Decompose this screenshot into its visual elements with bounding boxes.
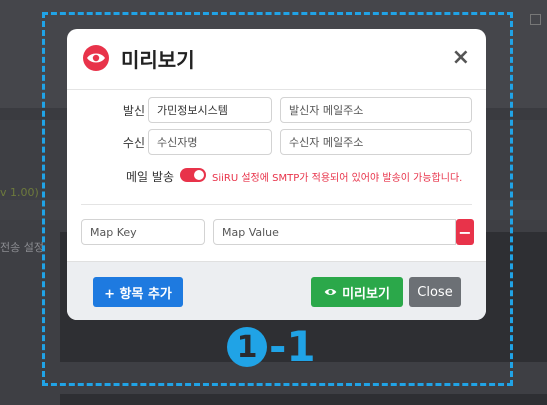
step-suffix: -1 <box>269 322 316 371</box>
step-marker: 1 -1 <box>227 322 316 371</box>
background-content-area-bottom <box>60 394 547 405</box>
background-settings-label: 전송 설정 <box>0 241 44 254</box>
background-version-label: v 1.00) <box>0 186 39 199</box>
step-number: 1 <box>227 327 267 367</box>
expand-icon <box>530 14 541 25</box>
